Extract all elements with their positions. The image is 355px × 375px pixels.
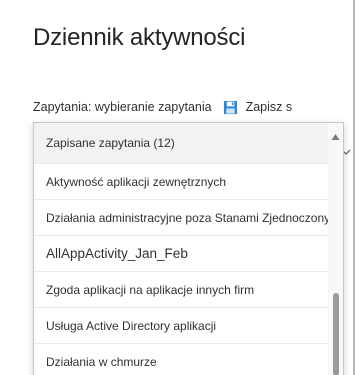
dropdown-item[interactable]: Działania administracyjne poza Stanami Z…: [34, 200, 330, 236]
dropdown-item[interactable]: AllAppActivity_Jan_Feb: [34, 236, 330, 272]
scrollbar-thumb[interactable]: [333, 293, 339, 375]
save-as-button[interactable]: Zapisz s: [246, 100, 293, 114]
query-selector-label[interactable]: Zapytania: wybieranie zapytania: [33, 100, 212, 114]
dropdown-item[interactable]: Aktywność aplikacji zewnętrznych: [34, 164, 330, 200]
dropdown-scrollbar[interactable]: [328, 123, 343, 375]
dropdown-item-saved-queries[interactable]: Zapisane zapytania (12): [34, 123, 330, 164]
dropdown-item[interactable]: Zgoda aplikacji na aplikacje innych firm: [34, 272, 330, 308]
chevron-up-icon[interactable]: [331, 128, 340, 140]
query-row: Zapytania: wybieranie zapytania Zapisz s: [33, 98, 292, 116]
dropdown-item[interactable]: Usługa Active Directory aplikacji: [34, 308, 330, 344]
page-title: Dziennik aktywności: [33, 24, 246, 51]
dropdown-list: Zapisane zapytania (12) Aktywność aplika…: [34, 123, 330, 375]
saved-queries-dropdown[interactable]: Zapisane zapytania (12) Aktywność aplika…: [33, 122, 344, 375]
save-icon[interactable]: [223, 100, 238, 115]
dropdown-item[interactable]: Działania w chmurze: [34, 344, 330, 375]
